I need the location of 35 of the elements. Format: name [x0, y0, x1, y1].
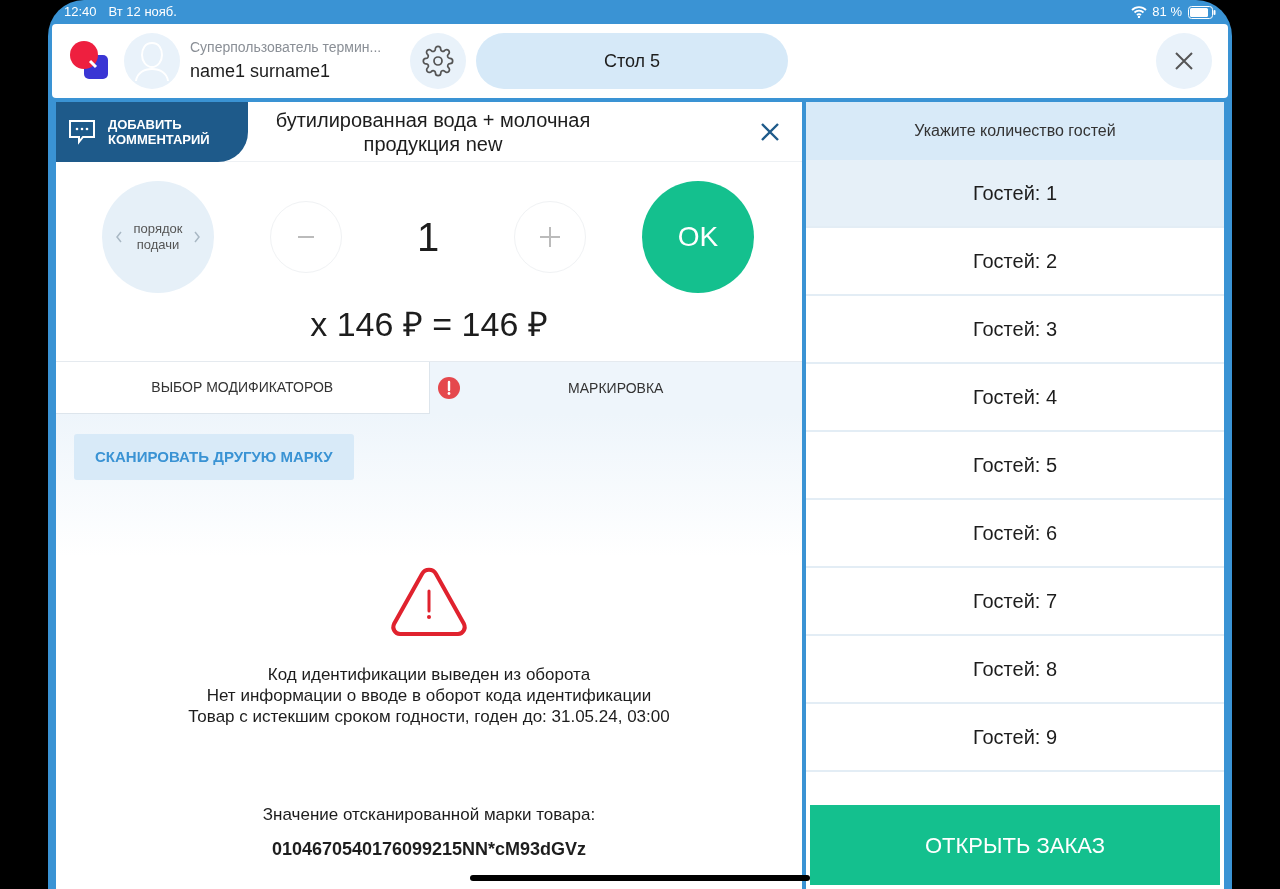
close-icon: [760, 121, 780, 142]
guest-count-option[interactable]: Гостей: 1: [806, 160, 1224, 228]
close-icon: [1174, 51, 1194, 71]
user-name: name1 surname1: [190, 60, 332, 83]
minus-icon: [298, 236, 314, 238]
status-date: Вт 12 нояб.: [108, 3, 177, 22]
settings-icon: [422, 45, 454, 77]
error-message: Нет информации о вводе в оборот кода идентификации: [206, 685, 652, 706]
table-button[interactable]: Стол 5: [476, 33, 788, 89]
chevron-left-icon: [116, 231, 122, 243]
item-title: бутилированная вода + молочная продукция new: [274, 107, 592, 156]
guests-title: Укажите количество гостей: [806, 102, 1224, 160]
error-message: Товар с истекшим сроком годности, годен до: 31.05.24, 03:00: [188, 706, 670, 727]
battery-icon: [1188, 5, 1216, 19]
chevron-right-icon: [194, 231, 200, 243]
scanned-code-value: 0104670540176099215NN*cM93dGVz: [271, 837, 587, 861]
course-selector[interactable]: порядок подачи: [102, 181, 214, 293]
add-comment-button[interactable]: ДОБАВИТЬ КОММЕНТАРИЙ: [56, 101, 248, 162]
close-button[interactable]: [760, 121, 780, 142]
error-icon: [437, 377, 460, 399]
user-role: Суперпользователь термин...: [190, 38, 383, 57]
error-message: Код идентификации выведен из оборота: [267, 664, 591, 685]
scanned-code-label: Значение отсканированной марки товара:: [262, 804, 596, 826]
quantity-value: 1: [415, 214, 441, 261]
warning-icon: [390, 566, 468, 636]
settings-button[interactable]: [410, 33, 466, 89]
status-time: 12:40: [64, 3, 97, 22]
tab[interactable]: ВЫБОР МОДИФИКАТОРОВ: [56, 362, 430, 414]
wifi-icon: [1131, 6, 1148, 18]
plus-icon: [540, 227, 560, 247]
tab[interactable]: МАРКИРОВКА: [429, 362, 802, 414]
price-total: x 146 ₽ = 146 ₽: [309, 304, 549, 345]
close-button[interactable]: [1156, 33, 1212, 89]
battery-percent: 81 %: [1152, 3, 1182, 22]
comment-icon: [68, 117, 96, 146]
